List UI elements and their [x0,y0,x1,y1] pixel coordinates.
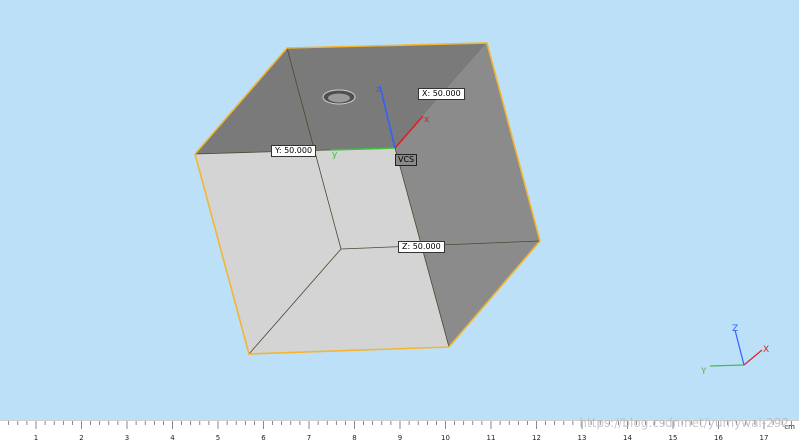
ruler-number: 16 [714,434,723,442]
triad-x-label: X [763,345,769,355]
ruler-number: 11 [486,434,496,442]
coordinate-frame-label: VCS [395,154,418,166]
ruler-number: 10 [441,434,450,442]
ruler-number: 3 [124,434,130,442]
ruler-number: 14 [623,434,632,442]
ruler-number: 7 [306,434,312,442]
ruler-number: 13 [577,434,587,442]
dimension-label-z[interactable]: Z: 50.000 [398,241,445,253]
local-axis-y-label: y [332,150,338,160]
ruler-number: 17 [759,434,769,442]
3d-viewport[interactable]: x y z X Y Z [0,0,799,442]
triad-z-label: Z [732,324,738,334]
triad-axis-y [709,364,745,367]
hole-inner [328,93,350,103]
watermark: https://blog.csdn.net/yumywai-292 [579,416,789,430]
dimension-label-y[interactable]: Y: 50.000 [271,145,317,157]
ruler-number: 8 [352,434,357,442]
ruler-number: 12 [532,434,541,442]
local-axis-z-label: z [376,85,381,95]
ruler-number: 6 [261,434,266,442]
ruler-number: 9 [397,434,403,442]
local-axis-x-label: x [424,115,430,125]
ruler-number: 2 [79,434,84,442]
triad-y-label: Y [700,367,707,377]
ruler-number: 4 [170,434,175,442]
ruler-number: 15 [668,434,678,442]
dimension-label-x[interactable]: X: 50.000 [418,88,465,100]
triad-axis-x [743,349,763,366]
ruler-number: 1 [33,434,39,442]
ruler-number: 5 [215,434,221,442]
triad-axis-z [734,329,745,366]
